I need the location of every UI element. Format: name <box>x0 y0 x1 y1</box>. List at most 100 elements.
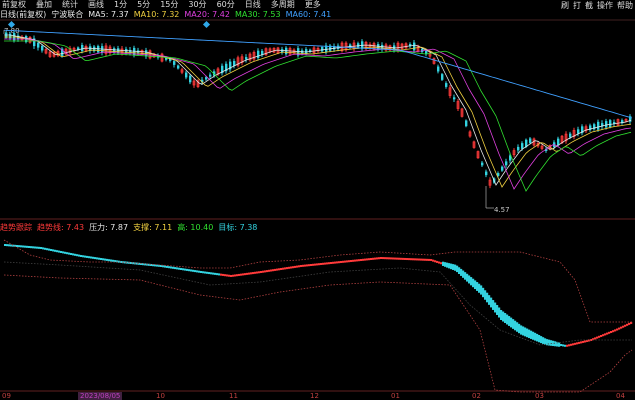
trend-ribbon <box>72 253 75 256</box>
trend-ribbon <box>46 248 49 251</box>
trend-ribbon <box>250 272 253 275</box>
trend-ribbon <box>28 246 31 248</box>
trend-ribbon <box>566 344 569 347</box>
trend-ribbon <box>572 343 575 346</box>
trend-ribbon <box>382 257 385 260</box>
trend-ribbon <box>358 259 361 262</box>
trend-ribbon <box>272 269 275 272</box>
trend-ribbon <box>372 257 375 260</box>
trend-ribbon <box>212 272 215 275</box>
trend-ribbon <box>398 257 401 260</box>
trend-ribbon <box>616 328 619 331</box>
trend-ribbon <box>308 264 311 267</box>
trend-ribbon <box>48 248 51 251</box>
trend-ribbon <box>280 268 283 270</box>
trend-ribbon <box>574 342 577 345</box>
trend-ribbon <box>476 282 479 291</box>
trend-ribbon <box>298 265 301 268</box>
candle-body <box>453 97 456 100</box>
trend-ribbon <box>288 266 291 269</box>
trend-ribbon <box>396 257 399 260</box>
trend-ribbon <box>196 270 199 273</box>
trend-ribbon <box>490 297 493 308</box>
trend-ribbon <box>274 268 277 271</box>
trend-ribbon <box>236 274 239 277</box>
trend-ribbon <box>578 341 581 344</box>
trend-ribbon <box>412 258 415 261</box>
trend-ribbon <box>228 274 231 277</box>
trend-ribbon <box>386 257 389 260</box>
trend-ribbon <box>4 244 7 246</box>
trend-ribbon <box>488 295 491 305</box>
candle-body <box>485 171 488 176</box>
trend-ribbon <box>256 271 259 274</box>
trend-ribbon <box>262 270 265 273</box>
indicator-info-bar: 趋势跟踪 趋势线: 7.43 压力: 7.87 支撑: 7.11 高: 10.4… <box>0 222 257 232</box>
trend-ribbon <box>524 327 527 337</box>
trend-ribbon <box>604 333 607 336</box>
ma10-line <box>4 36 632 188</box>
trend-ribbon <box>464 272 467 280</box>
support-band <box>3 274 633 393</box>
trend-ribbon <box>170 266 173 269</box>
trend-ribbon <box>90 256 93 259</box>
candle-body <box>445 83 448 87</box>
indicator-support: 支撑: 7.11 <box>133 222 173 232</box>
trend-ribbon <box>516 322 519 332</box>
trend-ribbon <box>500 310 503 320</box>
trend-ribbon <box>284 267 287 270</box>
trend-ribbon <box>168 266 171 269</box>
axis-label: 02 <box>472 392 481 400</box>
trend-ribbon <box>584 340 587 343</box>
trend-ribbon <box>380 257 383 259</box>
trend-ribbon <box>356 259 359 262</box>
trend-ribbon <box>252 272 255 275</box>
trend-ribbon <box>596 336 599 339</box>
trend-ribbon <box>322 262 325 265</box>
trend-ribbon <box>206 271 209 274</box>
trend-ribbon <box>334 261 337 264</box>
trend-ribbon <box>430 259 433 261</box>
trend-ribbon <box>602 334 605 337</box>
indicator-pressure: 压力: 7.87 <box>89 222 129 232</box>
kline-chart[interactable] <box>0 0 635 400</box>
trend-ribbon <box>254 271 257 274</box>
trend-ribbon <box>400 257 403 260</box>
trend-ribbon <box>366 258 369 261</box>
trend-ribbon <box>270 269 273 272</box>
trend-ribbon <box>176 267 179 270</box>
ma60-line <box>3 29 633 119</box>
trend-ribbon <box>306 264 309 267</box>
candle-body <box>481 162 484 166</box>
trend-ribbon <box>482 287 485 298</box>
trend-ribbon <box>294 265 297 268</box>
trend-ribbon <box>244 273 247 276</box>
candle-body <box>185 72 188 78</box>
trend-ribbon <box>112 259 115 262</box>
trend-ribbon <box>52 249 55 252</box>
trend-ribbon <box>384 257 387 260</box>
trend-ribbon <box>80 255 83 257</box>
trend-ribbon <box>194 270 197 273</box>
trend-ribbon <box>242 273 245 276</box>
trend-ribbon <box>510 317 513 328</box>
trend-ribbon <box>54 249 57 252</box>
trend-ribbon <box>68 252 71 255</box>
trend-ribbon <box>164 265 167 268</box>
candle-body <box>529 138 532 143</box>
trend-ribbon <box>174 267 177 270</box>
trend-ribbon <box>290 266 293 269</box>
axis-label: 04 <box>616 392 625 400</box>
trend-ribbon <box>192 269 195 272</box>
trend-ribbon <box>106 258 109 261</box>
trend-ribbon <box>456 265 459 273</box>
trend-ribbon <box>570 343 573 346</box>
trend-ribbon <box>326 262 329 265</box>
trend-ribbon <box>214 272 217 275</box>
candle-body <box>605 121 608 128</box>
trend-ribbon <box>360 259 363 261</box>
trend-ribbon <box>248 272 251 275</box>
ma5-line <box>4 34 632 186</box>
trend-ribbon <box>24 245 27 248</box>
candle-body <box>257 50 260 58</box>
